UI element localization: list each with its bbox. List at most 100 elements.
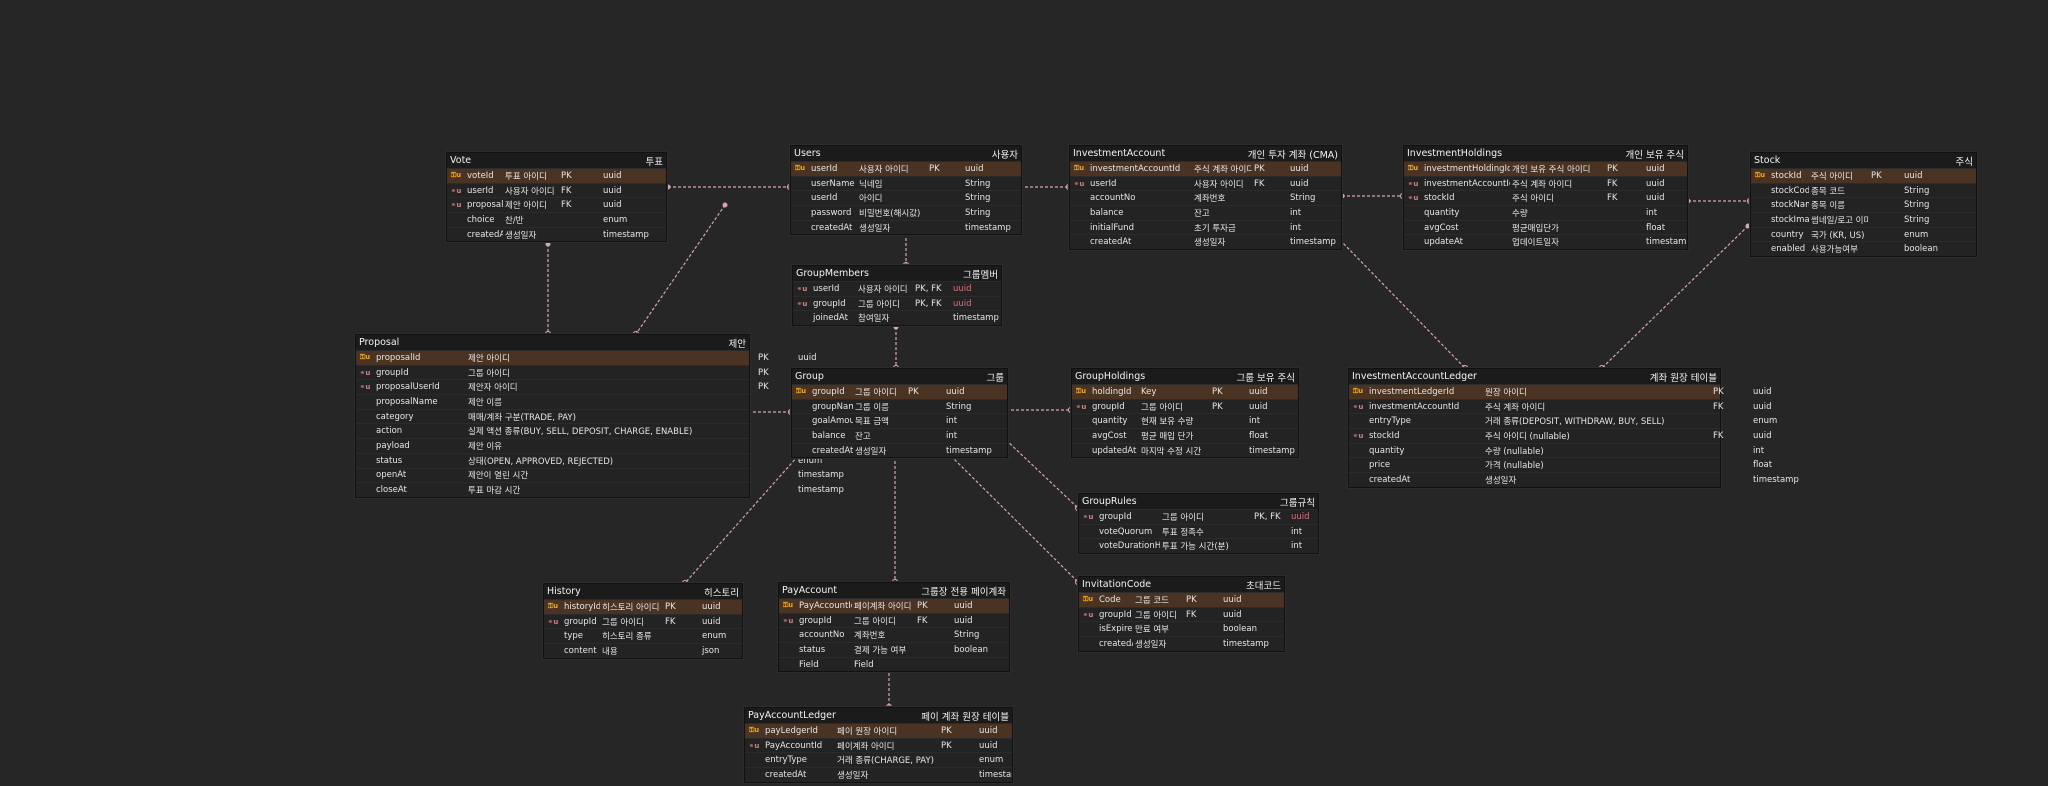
table-row[interactable]: ⚭u groupId 그룹 아이디 PK uuid (1072, 398, 1298, 414)
table-header[interactable]: PayAccountLedger 페이 계좌 원장 테이블 (745, 708, 1012, 723)
table-row[interactable]: stockName종목 이름 String (1751, 197, 1976, 213)
table-row[interactable]: closeAt 투표 마감 시간 timestamp (356, 482, 844, 497)
link-investment-ledger[interactable] (1339, 239, 1466, 369)
table-row[interactable]: groupName그룹 이름 String (792, 398, 1007, 414)
link-group-invitation[interactable] (950, 455, 1079, 583)
table-vote[interactable]: Vote 투표 ⚿u voteId 투표 아이디 PK uuid ⚭u userId 사용자 아이… (446, 152, 667, 243)
table-row[interactable]: stockImage썸네일/로고 이미지 String (1751, 212, 1976, 227)
table-row[interactable]: ⚿u holdingId Key PK uuid (1072, 384, 1298, 399)
link-group-grouprules[interactable] (1005, 439, 1079, 509)
table-row[interactable]: ⚿u proposalId 제안 아이디 PK uuid (356, 350, 817, 365)
table-row[interactable]: ⚭u userId 사용자 아이디 FK uuid (1070, 175, 1341, 191)
table-row[interactable]: type 히스토리 종류 enum (544, 628, 742, 644)
table-row[interactable]: initialFund 초기 투자금 int (1070, 219, 1341, 235)
table-header[interactable]: InvestmentHoldings 개인 보유 주식 (1404, 146, 1687, 161)
table-row[interactable]: accountNo 계좌번호 String (779, 627, 1009, 643)
table-row[interactable]: ⚿u investmentAccountId 주식 계좌 아이디 PK uuid (1070, 161, 1341, 176)
table-header[interactable]: History 히스토리 (544, 584, 742, 599)
table-row[interactable]: ⚭u groupId 그룹 아이디 PK, FK uuid (1079, 509, 1318, 524)
table-row[interactable]: ⚿u groupId 그룹 아이디 PK uuid (792, 384, 1007, 399)
table-row[interactable]: voteQuorum 투표 정족수 int (1079, 523, 1318, 539)
table-row[interactable]: ⚿u payLedgerId 페이 원장 아이디 PK uuid (745, 723, 1012, 738)
table-header[interactable]: Group 그룹 (792, 369, 1007, 384)
table-header[interactable]: PayAccount 그룹장 전용 페이계좌 (779, 583, 1009, 598)
table-row[interactable]: ⚭u investmentAccountId 주식 계좌 아이디 FK uuid (1404, 175, 1687, 191)
table-header[interactable]: GroupHoldings 그룹 보유 주식 (1072, 369, 1298, 384)
table-row[interactable]: ⚭u PayAccountId 페이계좌 아이디 PK uuid (745, 737, 1012, 753)
table-row[interactable]: ⚭u groupId 그룹 아이디 FK uuid (544, 613, 742, 629)
table-row[interactable]: updatedAt 마지막 수정 시간 timestamp (1072, 442, 1298, 458)
table-investmentAccount[interactable]: InvestmentAccount 개인 투자 계좌 (CMA) ⚿u investm… (1069, 145, 1342, 251)
table-row[interactable]: ⚭u groupId 그룹 아이디 PK, FK uuid (793, 295, 1001, 311)
table-group[interactable]: Group그룹⚿ugroupId그룹 아이디PKuuidgroupName그룹 … (791, 368, 1008, 459)
table-row[interactable]: ⚿u historyId 히스토리 아이디 PK uuid (544, 599, 742, 614)
table-row[interactable]: userName 닉네임 String (791, 175, 1021, 191)
table-row[interactable]: country 국가 (KR, US) enum (1751, 226, 1976, 242)
table-row[interactable]: ⚿u userId 사용자 아이디 PK uuid (791, 161, 1021, 176)
table-row[interactable]: category매매/계좌 구분(TRADE, PAY)enum (356, 408, 822, 424)
table-row[interactable]: createdAt생성일자timestamp (1079, 636, 1284, 651)
table-row[interactable]: ⚭u userId 사용자 아이디 PK, FK uuid (793, 281, 1001, 296)
table-header[interactable]: GroupMembers 그룹멤버 (793, 266, 1001, 281)
table-header[interactable]: Stock 주식 (1751, 153, 1976, 168)
table-row[interactable]: createdAt생성일자timestamp (745, 767, 1012, 782)
table-row[interactable]: status 결제 가능 여부 boolean (779, 642, 1009, 657)
table-invitationCode[interactable]: InvitationCode 초대코드 ⚿u Code 그룹 코드 PK uuid ⚭u gro… (1078, 576, 1285, 652)
table-header[interactable]: GroupRules 그룹규칙 (1079, 494, 1318, 509)
table-stock[interactable]: Stock주식⚿ustockId주식 아이디PKuuidstockCode종목 … (1750, 152, 1977, 258)
table-investmentHoldings[interactable]: InvestmentHoldings 개인 보유 주식 ⚿u investmentHo… (1403, 145, 1688, 251)
table-row[interactable]: quantity 현재 보유 수량 int (1072, 413, 1298, 429)
table-row[interactable]: ⚿u PayAccountId 페이계좌 아이디 PK uuid (779, 598, 1009, 613)
table-groupRules[interactable]: GroupRules 그룹규칙 ⚭u groupId 그룹 아이디 PK, FK uuid v… (1078, 493, 1319, 555)
table-row[interactable]: ⚿u stockId 주식 아이디 PK uuid (1751, 168, 1976, 183)
table-row[interactable]: createdAt생성일자timestamp (1070, 234, 1341, 250)
table-row[interactable]: ⚭uproposalUserId제안자 아이디PKuuid (356, 379, 817, 395)
table-header[interactable]: InvestmentAccountLedger 계좌 원장 테이블 (1349, 369, 1720, 384)
table-row[interactable]: ⚿u investmentLedgerId 원장 아이디 PK uuid (1349, 384, 1772, 399)
table-row[interactable]: ⚭u stockId 주식 아이디 (nullable) FK uuid (1349, 428, 1772, 443)
table-groupHoldings[interactable]: GroupHoldings 그룹 보유 주식 ⚿u holdingId Key PK uui… (1071, 368, 1299, 459)
table-row[interactable]: stockCode종목 코드 String (1751, 182, 1976, 198)
table-payAccountLedger[interactable]: PayAccountLedger 페이 계좌 원장 테이블 ⚿u payLedgerI… (744, 707, 1013, 783)
table-row[interactable]: entryType 거래 종류(CHARGE, PAY) enum (745, 752, 1012, 768)
table-row[interactable]: choice 찬/반 enum (447, 212, 666, 227)
erd-canvas[interactable]: Vote 투표 ⚿u voteId 투표 아이디 PK uuid ⚭u userId 사용자 아이… (0, 0, 2048, 786)
table-row[interactable]: Field Field (779, 656, 1009, 672)
table-header[interactable]: InvestmentAccount 개인 투자 계좌 (CMA) (1070, 146, 1341, 161)
table-row[interactable]: joinedAt 참여일자 timestamp (793, 310, 1001, 326)
table-row[interactable]: ⚿u Code 그룹 코드 PK uuid (1079, 592, 1284, 607)
table-row[interactable]: status 상태(OPEN, APPROVED, REJECTED) enum (356, 452, 822, 468)
table-row[interactable]: ⚭u groupId 그룹 아이디 FK uuid (1079, 606, 1284, 622)
table-header[interactable]: Proposal 제안 (356, 335, 749, 350)
table-row[interactable]: voteDurationHours투표 가능 시간(분) int (1079, 538, 1318, 554)
table-payAccount[interactable]: PayAccount 그룹장 전용 페이계좌 ⚿u PayAccountId 페이계좌 … (778, 582, 1010, 673)
table-row[interactable]: createdAt생성일자timestamp (792, 442, 1007, 458)
table-row[interactable]: createdAt생성일자timestamp (791, 219, 1021, 235)
table-groupMembers[interactable]: GroupMembers 그룹멤버 ⚭u userId 사용자 아이디 PK, FK uui… (792, 265, 1002, 327)
table-header[interactable]: InvitationCode 초대코드 (1079, 577, 1284, 592)
table-row[interactable]: proposalName제안 이름String (356, 394, 823, 409)
table-row[interactable]: action 실제 액션 종류(BUY, SELL, DEPOSIT, CHARG… (356, 423, 822, 439)
table-row[interactable]: balance 잔고 int (792, 428, 1007, 443)
table-row[interactable]: updateAt 업데이트일자 timestamp (1404, 234, 1687, 250)
table-row[interactable]: quantity 수량 int (1404, 205, 1687, 220)
table-row[interactable]: avgCost 평균매입단가 float (1404, 219, 1687, 235)
table-row[interactable]: isExpired만료 여부 boolean (1079, 621, 1284, 637)
table-row[interactable]: ⚭u groupId 그룹 아이디 FK uuid (779, 612, 1009, 628)
table-row[interactable]: ⚿u voteId 투표 아이디 PK uuid (447, 168, 666, 183)
table-proposal[interactable]: Proposal 제안 ⚿u proposalId 제안 아이디 PK uuid ⚭u grou… (355, 334, 844, 498)
table-users[interactable]: Users 사용자 ⚿u userId 사용자 아이디 PK uuid userName 닉네임… (790, 145, 1022, 236)
table-row[interactable]: accountNo 계좌번호 String (1070, 190, 1341, 206)
table-row[interactable]: userId 아이디 String (791, 190, 1021, 206)
table-row[interactable]: ⚭u proposalId제안 아이디 FK uuid (447, 197, 666, 213)
table-row[interactable]: createdAt생성일자timestamp (1349, 472, 1799, 487)
table-row[interactable]: avgCost 평균 매입 단가 float (1072, 428, 1298, 443)
table-row[interactable]: payload제안 이유JSON (356, 438, 819, 453)
table-history[interactable]: History 히스토리 ⚿u historyId 히스토리 아이디 PK uuid ⚭u gr… (543, 583, 743, 659)
table-row[interactable]: createdAt생성일자timestamp (447, 226, 666, 242)
table-row[interactable]: password 비밀번호(해시값) String (791, 205, 1021, 220)
table-header[interactable]: Users 사용자 (791, 146, 1021, 161)
table-row[interactable]: goalAmount목표 금액 int (792, 413, 1007, 429)
table-row[interactable]: quantity 수량 (nullable) int (1349, 442, 1764, 458)
table-row[interactable]: enabled 사용가능여부 boolean (1751, 241, 1976, 257)
